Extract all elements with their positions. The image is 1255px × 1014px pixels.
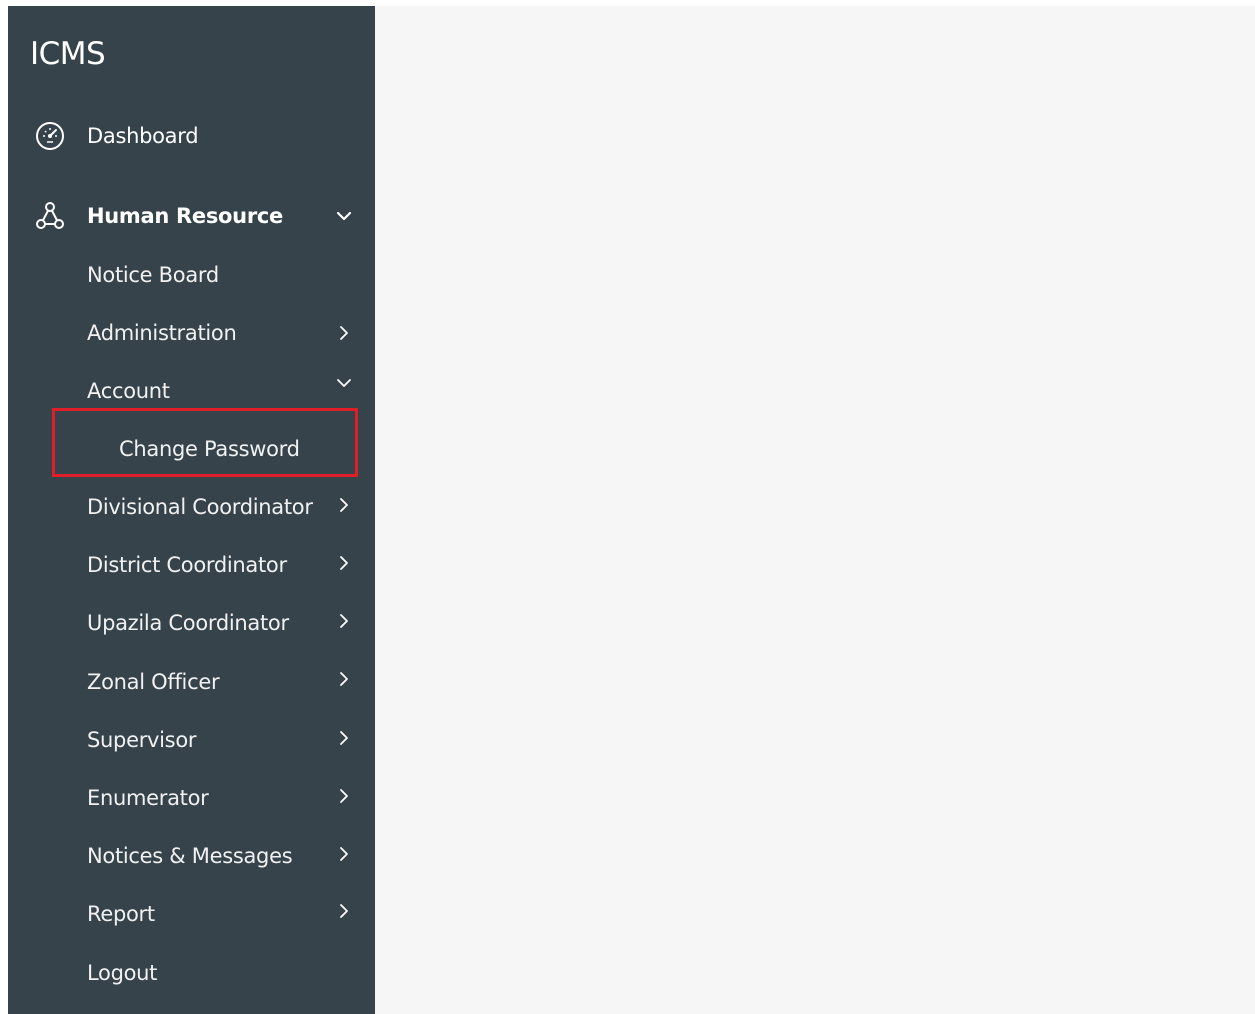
sidebar-subitem-district-coordinator[interactable]: District Coordinator: [8, 541, 375, 593]
chevron-right-icon[interactable]: [334, 786, 354, 806]
brand-title: ICMS: [30, 36, 106, 72]
sidebar-subitem-administration[interactable]: Administration: [8, 309, 375, 361]
sidebar-item-dashboard[interactable]: Dashboard: [8, 111, 375, 161]
sidebar: ICMS Dashboard Human Resource Notice Boa…: [8, 6, 375, 1014]
sidebar-item-label: Divisional Coordinator: [87, 495, 313, 519]
chevron-right-icon[interactable]: [334, 669, 354, 689]
sidebar-item-label: Supervisor: [87, 728, 197, 752]
sidebar-item-label: Zonal Officer: [87, 670, 220, 694]
sidebar-item-label: Account: [87, 379, 170, 403]
sidebar-item-label: Notice Board: [87, 263, 219, 287]
sidebar-item-human-resource[interactable]: Human Resource: [8, 191, 375, 241]
sidebar-subitem-notices-messages[interactable]: Notices & Messages: [8, 832, 375, 884]
chevron-right-icon[interactable]: [334, 495, 354, 515]
app-frame: ICMS Dashboard Human Resource Notice Boa…: [8, 6, 1255, 1014]
chevron-right-icon[interactable]: [334, 844, 354, 864]
sidebar-item-label: Administration: [87, 321, 237, 345]
sidebar-item-label: Notices & Messages: [87, 844, 293, 868]
sidebar-item-label: Logout: [87, 961, 158, 985]
sidebar-subitem-enumerator[interactable]: Enumerator: [8, 774, 375, 826]
sidebar-item-label: Report: [87, 902, 155, 926]
sidebar-subitem-report[interactable]: Report: [8, 890, 375, 942]
sidebar-subitem-notice-board[interactable]: Notice Board: [8, 251, 375, 303]
network-icon: [33, 199, 67, 233]
sidebar-subitem-logout[interactable]: Logout: [8, 949, 375, 1001]
sidebar-subitem-divisional-coordinator[interactable]: Divisional Coordinator: [8, 483, 375, 535]
sidebar-subitem-zonal-officer[interactable]: Zonal Officer: [8, 658, 375, 710]
chevron-down-icon[interactable]: [334, 206, 354, 226]
chevron-right-icon[interactable]: [334, 553, 354, 573]
sidebar-item-label: Enumerator: [87, 786, 209, 810]
chevron-right-icon[interactable]: [334, 901, 354, 921]
chevron-right-icon[interactable]: [334, 728, 354, 748]
sidebar-item-label: Dashboard: [87, 124, 199, 148]
chevron-down-icon[interactable]: [334, 373, 354, 393]
sidebar-item-label: Upazila Coordinator: [87, 611, 289, 635]
chevron-right-icon[interactable]: [334, 611, 354, 631]
highlight-box: [52, 408, 358, 477]
main-content: [375, 6, 1255, 1014]
sidebar-subitem-upazila-coordinator[interactable]: Upazila Coordinator: [8, 599, 375, 651]
sidebar-subitem-supervisor[interactable]: Supervisor: [8, 716, 375, 768]
sidebar-item-label: District Coordinator: [87, 553, 287, 577]
sidebar-item-label: Human Resource: [87, 204, 283, 228]
chevron-right-icon[interactable]: [334, 323, 354, 343]
dashboard-gauge-icon: [33, 119, 67, 153]
